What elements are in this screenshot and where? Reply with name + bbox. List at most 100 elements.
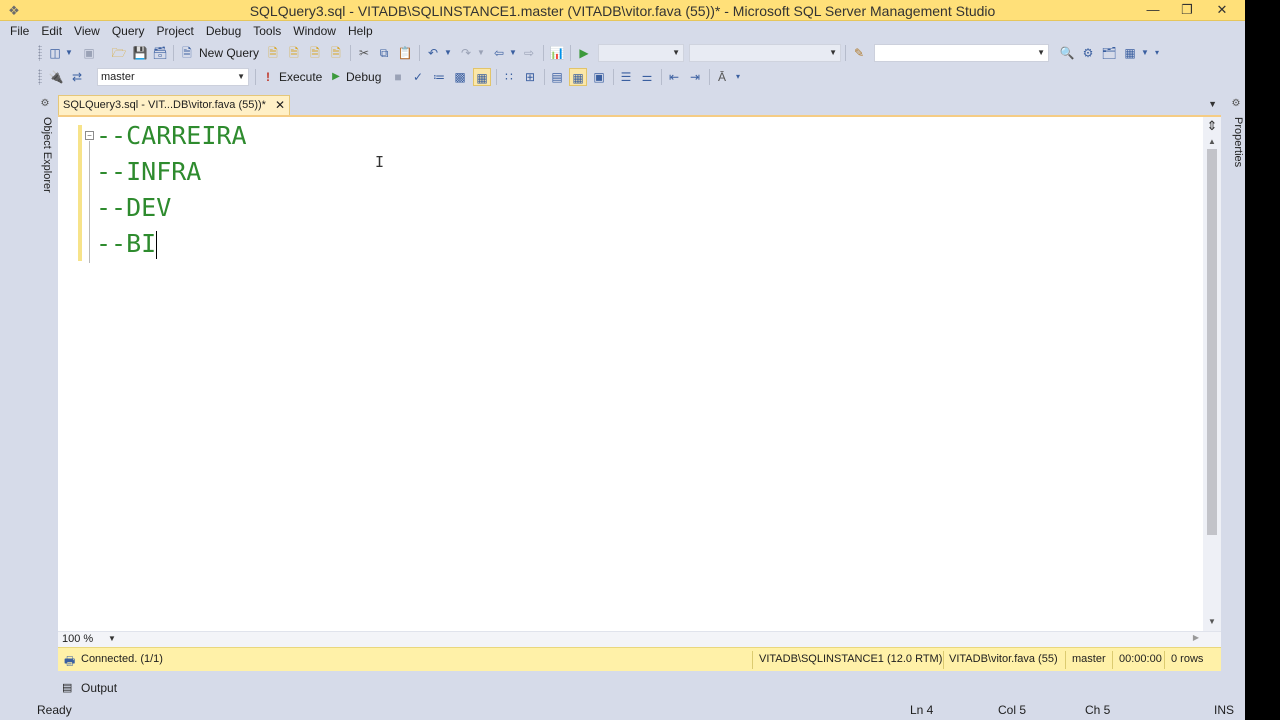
- minimize-button[interactable]: —: [1136, 0, 1170, 20]
- find-in-files-icon[interactable]: ✎: [850, 44, 868, 62]
- analysis-services-dmx-query-icon[interactable]: 🗎: [306, 44, 324, 62]
- output-tab-label: Output: [81, 681, 118, 695]
- database-engine-query-icon[interactable]: 🗎: [264, 44, 282, 62]
- open-folder-icon[interactable]: 🗁: [110, 44, 128, 62]
- splitter-icon[interactable]: ⇕: [1203, 117, 1221, 135]
- debug-button[interactable]: Debug: [346, 70, 381, 84]
- object-explorer-tab[interactable]: Object Explorer: [37, 117, 53, 193]
- changed-lines-indicator: [78, 125, 82, 261]
- results-to-file-icon[interactable]: ▣: [590, 68, 608, 86]
- results-to-grid-toggle-icon[interactable]: ▦: [569, 68, 587, 86]
- toolbar-separator: [350, 45, 351, 61]
- change-connection-icon[interactable]: ⇄: [68, 68, 86, 86]
- specify-template-values-icon[interactable]: Ā: [713, 68, 731, 86]
- active-files-dropdown-icon[interactable]: ▼: [1208, 99, 1217, 109]
- decrease-indent-icon[interactable]: ⇤: [665, 68, 683, 86]
- analysis-services-mdx-query-icon[interactable]: 🗎: [285, 44, 303, 62]
- editor-vertical-scrollbar[interactable]: ⇕ ▲ ▼: [1203, 117, 1221, 631]
- code-line-4[interactable]: --BI: [96, 229, 158, 259]
- collapse-region-icon[interactable]: −: [85, 131, 94, 140]
- undo-icon[interactable]: ↶: [424, 44, 442, 62]
- parse-icon[interactable]: ✓: [409, 68, 427, 86]
- toolbar-options-icon[interactable]: ▾: [1152, 44, 1162, 62]
- save-icon[interactable]: 💾: [131, 44, 149, 62]
- include-actual-plan-icon[interactable]: ⊞: [521, 68, 539, 86]
- redo-icon: ↷: [460, 46, 472, 60]
- chevron-down-icon[interactable]: ▼: [1140, 44, 1150, 62]
- find-dropdown[interactable]: ▼: [874, 44, 1049, 62]
- scroll-right-arrow-icon[interactable]: ▶: [1193, 633, 1199, 642]
- activity-monitor-icon[interactable]: 📊: [548, 44, 566, 62]
- object-explorer-icon[interactable]: 🗂: [1100, 44, 1118, 62]
- scroll-down-arrow-icon[interactable]: ▼: [1203, 615, 1221, 629]
- chevron-down-icon[interactable]: ▼: [508, 44, 518, 62]
- results-to-grid-icon[interactable]: ▦: [473, 68, 491, 86]
- comment-lines-icon[interactable]: ☰: [617, 68, 635, 86]
- menu-debug[interactable]: Debug: [200, 21, 247, 41]
- menu-query[interactable]: Query: [106, 21, 151, 41]
- menu-file[interactable]: File: [4, 21, 35, 41]
- close-window-button[interactable]: ✕: [1205, 0, 1239, 20]
- copy-icon[interactable]: ⧉: [375, 44, 393, 62]
- paste-icon[interactable]: 📋: [396, 44, 414, 62]
- navigate-backward-icon[interactable]: ⇦: [490, 44, 508, 62]
- available-databases-dropdown[interactable]: master ▼: [97, 68, 249, 86]
- toolbar-separator: [709, 69, 710, 85]
- cut-icon[interactable]: ✂: [355, 44, 373, 62]
- close-tab-icon[interactable]: ✕: [275, 98, 285, 112]
- document-tabstrip: SQLQuery3.sql - VIT...DB\vitor.fava (55)…: [58, 95, 1221, 117]
- status-bar: Ready Ln 4 Col 5 Ch 5 INS: [0, 700, 1245, 720]
- toolbox-icon[interactable]: ▦: [1121, 44, 1139, 62]
- query-designer-icon[interactable]: ▩: [451, 68, 469, 86]
- chevron-down-icon[interactable]: ▼: [443, 44, 453, 62]
- toolbar-options-icon[interactable]: ▾: [733, 68, 743, 86]
- solution-explorer-icon[interactable]: 🔍: [1058, 44, 1076, 62]
- new-query-icon[interactable]: 🗎: [178, 44, 196, 62]
- results-to-text-icon[interactable]: ▤: [548, 68, 566, 86]
- debug-icon[interactable]: ▶: [327, 68, 345, 86]
- start-debugging-icon[interactable]: ▶: [575, 44, 593, 62]
- zoom-level[interactable]: 100 %: [62, 633, 93, 645]
- output-window-icon: ▤: [62, 682, 73, 694]
- chevron-down-icon: ▼: [477, 48, 485, 57]
- code-line-1[interactable]: --CARREIRA: [96, 121, 247, 150]
- scrollbar-thumb[interactable]: [1207, 149, 1217, 535]
- menu-project[interactable]: Project: [151, 21, 200, 41]
- toolbar-grip[interactable]: [38, 45, 42, 61]
- intellisense-icon[interactable]: ∷: [500, 68, 518, 86]
- menu-window[interactable]: Window: [287, 21, 342, 41]
- pin-icon[interactable]: ⚙: [38, 97, 52, 111]
- chevron-down-icon[interactable]: ▼: [64, 44, 74, 62]
- xmla-query-icon[interactable]: 🗎: [327, 44, 345, 62]
- pin-icon[interactable]: ⚙: [1229, 97, 1243, 111]
- menu-edit[interactable]: Edit: [35, 21, 68, 41]
- increase-indent-icon[interactable]: ⇥: [686, 68, 704, 86]
- toolbar-separator: [613, 69, 614, 85]
- uncomment-lines-icon[interactable]: ⚌: [638, 68, 656, 86]
- menu-tools[interactable]: Tools: [247, 21, 287, 41]
- restore-button[interactable]: ❐: [1170, 0, 1204, 20]
- code-line-3[interactable]: --DEV: [96, 193, 171, 222]
- execute-icon[interactable]: !: [259, 68, 277, 86]
- toolbar-grip[interactable]: [38, 69, 42, 85]
- properties-window-icon[interactable]: ⚙: [1079, 44, 1097, 62]
- new-project-icon[interactable]: ◫: [46, 44, 64, 62]
- display-estimated-plan-icon[interactable]: ≔: [430, 68, 448, 86]
- cursor-column: Col 5: [998, 703, 1027, 717]
- status-separator: [1112, 651, 1113, 669]
- menu-view[interactable]: View: [68, 21, 106, 41]
- connect-icon: 🔌: [48, 70, 64, 84]
- properties-tab[interactable]: Properties: [1228, 117, 1244, 167]
- solution-configurations-dropdown: ▼: [598, 44, 684, 62]
- new-query-button[interactable]: New Query: [199, 46, 259, 60]
- query-editor[interactable]: − --CARREIRA --INFRA --DEV --BI I: [58, 117, 1221, 631]
- scroll-up-arrow-icon[interactable]: ▲: [1203, 135, 1221, 149]
- execute-button[interactable]: Execute: [279, 70, 322, 84]
- menu-help[interactable]: Help: [342, 21, 379, 41]
- tab-sqlquery3[interactable]: SQLQuery3.sql - VIT...DB\vitor.fava (55)…: [58, 95, 290, 115]
- chevron-down-icon[interactable]: ▼: [108, 634, 116, 643]
- save-all-icon[interactable]: 🗃: [151, 44, 169, 62]
- code-line-2[interactable]: --INFRA: [96, 157, 201, 186]
- output-panel-tab[interactable]: ▤ Output: [58, 678, 124, 698]
- ssms-window: ❖ SQLQuery3.sql - VITADB\SQLINSTANCE1.ma…: [0, 0, 1245, 720]
